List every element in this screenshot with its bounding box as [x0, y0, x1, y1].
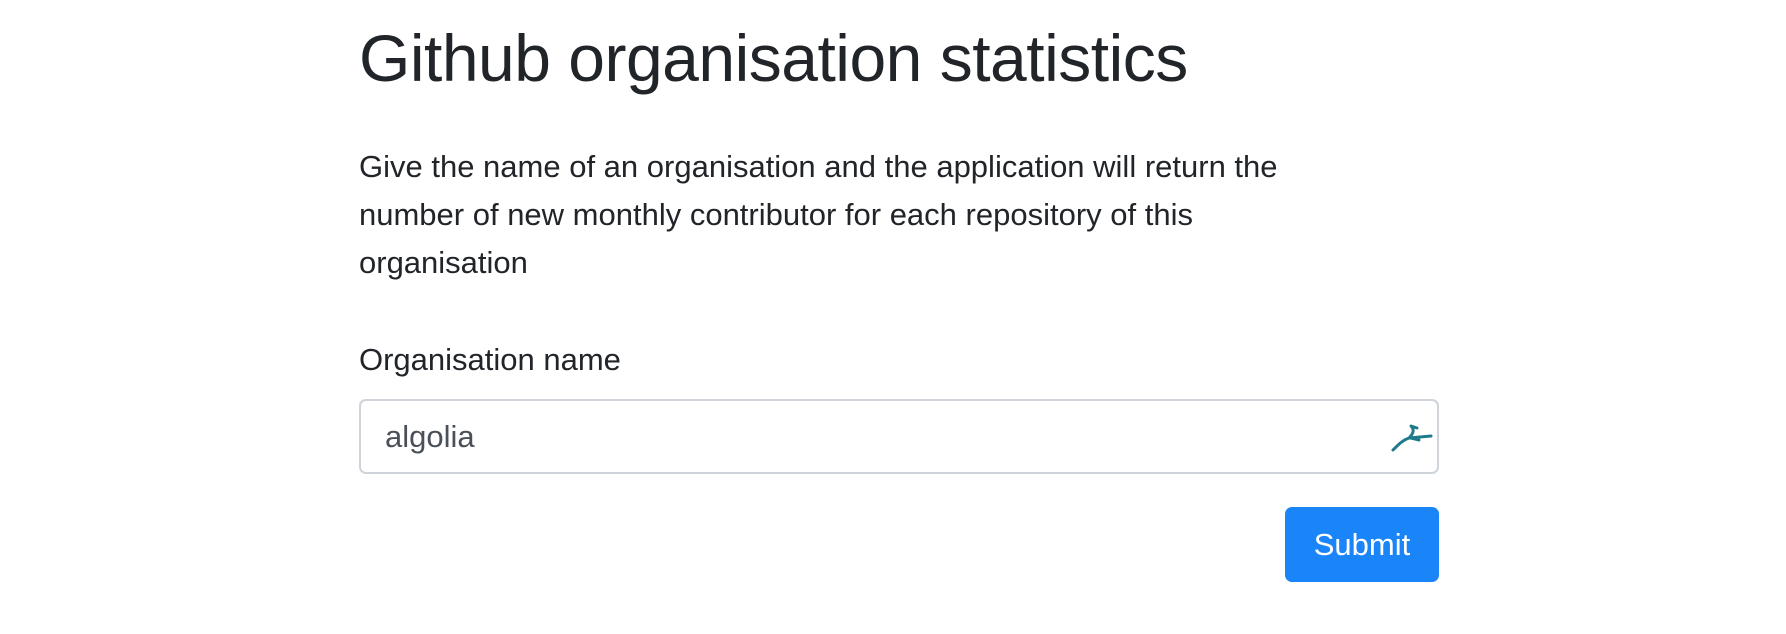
submit-button[interactable]: Submit — [1285, 507, 1439, 582]
organisation-name-label: Organisation name — [359, 342, 621, 377]
organisation-name-field — [359, 399, 1439, 474]
leaping-deer-icon[interactable] — [1391, 422, 1433, 452]
page-title: Github organisation statistics — [359, 21, 1188, 95]
organisation-name-input[interactable] — [361, 401, 1437, 472]
intro-text: Give the name of an organisation and the… — [359, 149, 1278, 280]
